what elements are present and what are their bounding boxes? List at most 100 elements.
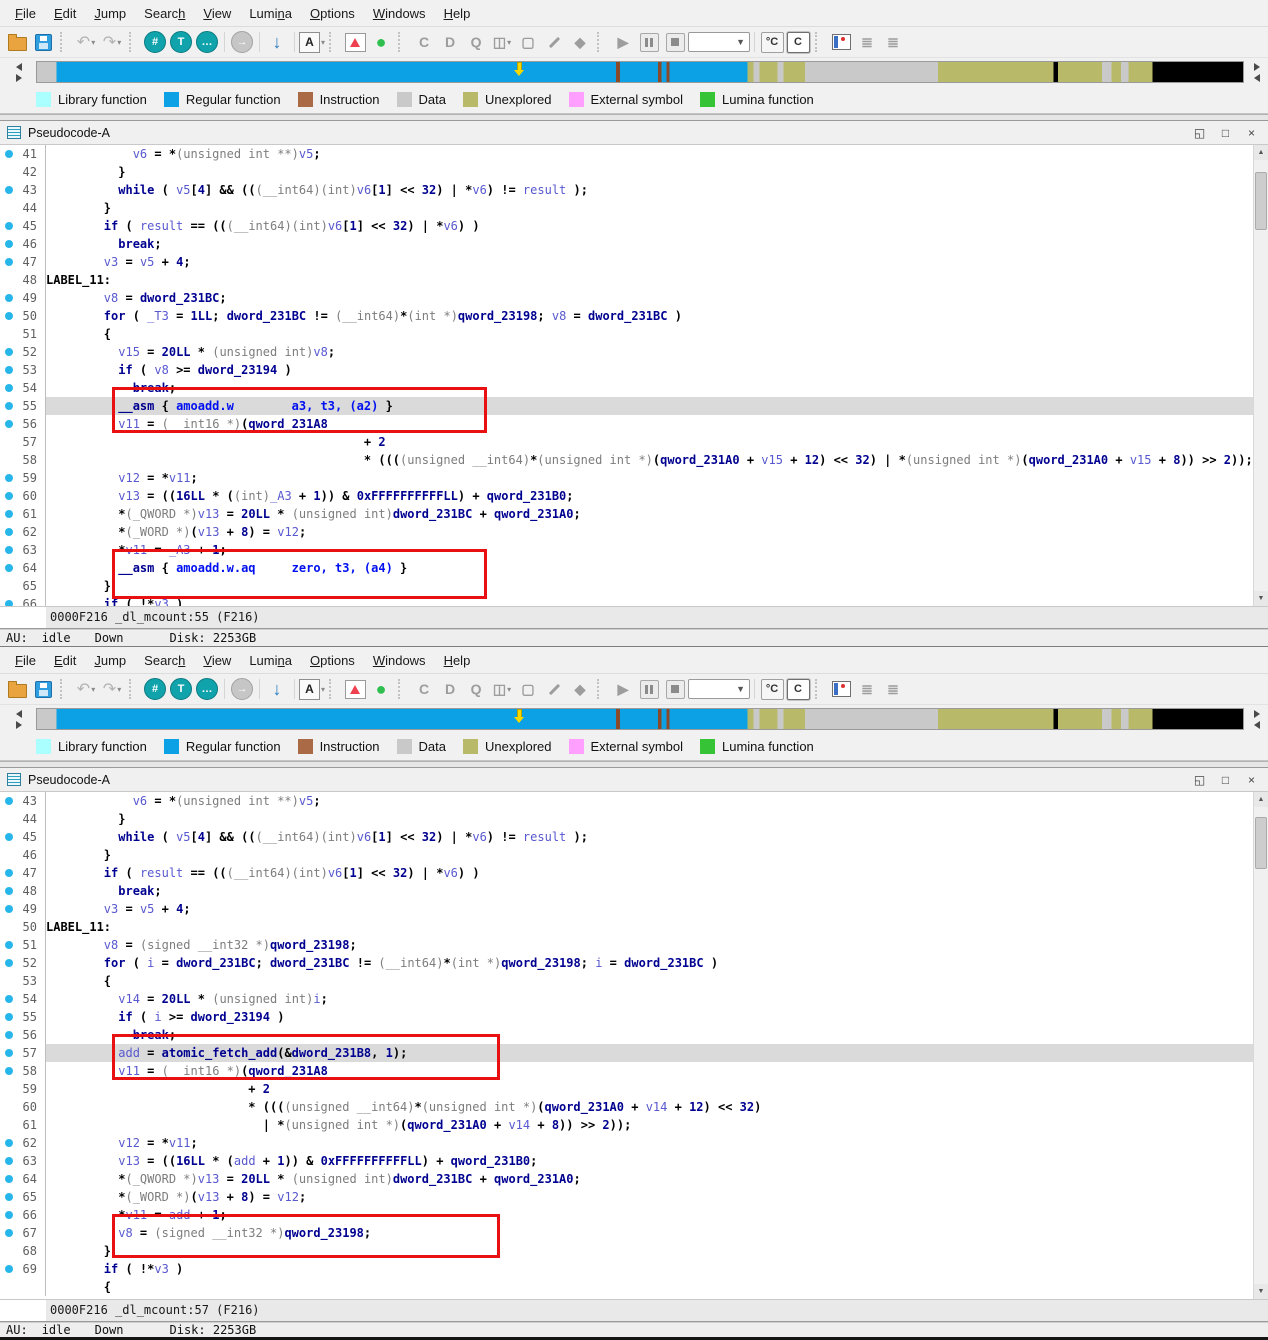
- diamond-icon[interactable]: ◆: [567, 29, 593, 55]
- code-line[interactable]: 57 add = atomic_fetch_add(&dword_231B8, …: [0, 1044, 1253, 1062]
- nav-scroll-right[interactable]: [1250, 709, 1264, 729]
- debugger-select[interactable]: ▼: [688, 29, 751, 55]
- menu-jump[interactable]: Jump: [85, 6, 135, 21]
- code-line[interactable]: 60 * ((((unsigned __int64)*(unsigned int…: [0, 1098, 1253, 1116]
- copy-q-icon[interactable]: Q: [463, 676, 489, 702]
- code-line[interactable]: 42 }: [0, 163, 1253, 181]
- menu-options[interactable]: Options: [301, 6, 364, 21]
- vertical-scrollbar[interactable]: ▲ ▼: [1253, 145, 1268, 606]
- debug-pause-icon[interactable]: [636, 29, 662, 55]
- menu-file[interactable]: File: [6, 6, 45, 21]
- code-line[interactable]: 59 + 2: [0, 1080, 1253, 1098]
- code-line[interactable]: 61 *(_QWORD *)v13 = 20LL * (unsigned int…: [0, 505, 1253, 523]
- save-file-icon[interactable]: [30, 676, 56, 702]
- code-line[interactable]: 69 if ( !*v3 ): [0, 1260, 1253, 1278]
- code-line[interactable]: 56 break;: [0, 1026, 1253, 1044]
- debug-stop-icon[interactable]: [662, 676, 688, 702]
- jump-down-icon[interactable]: ↓: [264, 676, 290, 702]
- code-line[interactable]: 66 if ( !*v3 ): [0, 595, 1253, 606]
- jump-down-icon[interactable]: ↓: [264, 29, 290, 55]
- menu-edit[interactable]: Edit: [45, 653, 85, 668]
- debug-run-icon[interactable]: ▶: [610, 676, 636, 702]
- frame-icon[interactable]: ▢: [515, 676, 541, 702]
- sync-list-icon-2[interactable]: ≣: [880, 676, 906, 702]
- nav-scroll-right[interactable]: [1250, 62, 1264, 82]
- scroll-track[interactable]: [1254, 160, 1268, 591]
- menu-options[interactable]: Options: [301, 653, 364, 668]
- vertical-scrollbar[interactable]: ▲ ▼: [1253, 792, 1268, 1299]
- code-line[interactable]: 51 {: [0, 325, 1253, 343]
- copy-d-icon[interactable]: D: [437, 29, 463, 55]
- code-line[interactable]: 54 v14 = 20LL * (unsigned int)i;: [0, 990, 1253, 1008]
- menu-windows[interactable]: Windows: [364, 653, 435, 668]
- menu-search[interactable]: Search: [135, 653, 194, 668]
- text-view-icon[interactable]: T: [168, 676, 194, 702]
- menu-view[interactable]: View: [194, 6, 240, 21]
- code-line[interactable]: 57 + 2: [0, 433, 1253, 451]
- save-file-icon[interactable]: [30, 29, 56, 55]
- open-file-icon[interactable]: [4, 676, 30, 702]
- run-marker-icon[interactable]: [342, 29, 368, 55]
- code-line[interactable]: 44 }: [0, 810, 1253, 828]
- sync-list-icon[interactable]: ≣: [854, 676, 880, 702]
- code-line[interactable]: 63 *v11 = _A3 + 1;: [0, 541, 1253, 559]
- code-line[interactable]: 62 v12 = *v11;: [0, 1134, 1253, 1152]
- code-line[interactable]: 46 }: [0, 846, 1253, 864]
- navigate-forward-icon[interactable]: ↷ ▾: [99, 676, 125, 702]
- windows-list-icon[interactable]: [828, 676, 854, 702]
- strings-view-icon[interactable]: …: [194, 676, 220, 702]
- menu-edit[interactable]: Edit: [45, 6, 85, 21]
- code-line[interactable]: 64 __asm { amoadd.w.aq zero, t3, (a4) }: [0, 559, 1253, 577]
- copy-q-icon[interactable]: Q: [463, 29, 489, 55]
- copy-d-icon[interactable]: D: [437, 676, 463, 702]
- scroll-thumb[interactable]: [1255, 172, 1267, 230]
- menu-help[interactable]: Help: [435, 653, 480, 668]
- code-line[interactable]: 47 if ( result == (((__int64)(int)v6[1] …: [0, 864, 1253, 882]
- code-line[interactable]: 53 if ( v8 >= dword_23194 ): [0, 361, 1253, 379]
- debugger-combo-box[interactable]: ▼: [688, 679, 751, 699]
- nav-scroll-left[interactable]: [12, 709, 26, 729]
- close-window-icon[interactable]: ×: [1243, 125, 1260, 140]
- run-marker-icon[interactable]: [342, 676, 368, 702]
- code-line[interactable]: 50 for ( _T3 = 1LL; dword_231BC != (__in…: [0, 307, 1253, 325]
- restore-window-icon[interactable]: ◱: [1191, 125, 1208, 140]
- scroll-track[interactable]: [1254, 807, 1268, 1284]
- code-line[interactable]: 47 v3 = v5 + 4;: [0, 253, 1253, 271]
- code-line[interactable]: {: [0, 1278, 1253, 1296]
- navigation-band[interactable]: [36, 708, 1244, 730]
- font-style-icon[interactable]: A ▾: [299, 29, 325, 55]
- navigate-forward-icon[interactable]: ↷ ▾: [99, 29, 125, 55]
- debug-pause-icon[interactable]: [636, 676, 662, 702]
- code-line[interactable]: 43 while ( v5[4] && (((__int64)(int)v6[1…: [0, 181, 1253, 199]
- debugger-select[interactable]: ▼: [688, 676, 751, 702]
- code-line[interactable]: 45 while ( v5[4] && (((__int64)(int)v6[1…: [0, 828, 1253, 846]
- compile-c-icon[interactable]: °C: [759, 29, 785, 55]
- code-line[interactable]: 44 }: [0, 199, 1253, 217]
- code-line[interactable]: 58 v11 = (__int16 *)(qword_231A8: [0, 1062, 1253, 1080]
- code-line[interactable]: 55 if ( i >= dword_23194 ): [0, 1008, 1253, 1026]
- maximize-window-icon[interactable]: □: [1217, 772, 1234, 787]
- sync-list-icon[interactable]: ≣: [854, 29, 880, 55]
- code-line[interactable]: 59 v12 = *v11;: [0, 469, 1253, 487]
- code-line[interactable]: 52 v15 = 20LL * (unsigned int)v8;: [0, 343, 1253, 361]
- menu-help[interactable]: Help: [435, 6, 480, 21]
- code-line[interactable]: 52 for ( i = dword_231BC; dword_231BC !=…: [0, 954, 1253, 972]
- restore-window-icon[interactable]: ◱: [1191, 772, 1208, 787]
- windows-list-icon[interactable]: [828, 29, 854, 55]
- lumina-ball-icon[interactable]: ●: [368, 676, 394, 702]
- new-window-icon[interactable]: ◫ ▾: [489, 29, 515, 55]
- strings-view-icon[interactable]: …: [194, 29, 220, 55]
- code-line[interactable]: 68 }: [0, 1242, 1253, 1260]
- font-style-icon[interactable]: A ▾: [299, 676, 325, 702]
- close-window-icon[interactable]: ×: [1243, 772, 1260, 787]
- code-line[interactable]: 51 v8 = (signed __int32 *)qword_23198;: [0, 936, 1253, 954]
- compile-c-icon[interactable]: °C: [759, 676, 785, 702]
- menu-windows[interactable]: Windows: [364, 6, 435, 21]
- jump-target-icon[interactable]: →: [229, 676, 255, 702]
- code-line[interactable]: 62 *(_WORD *)(v13 + 8) = v12;: [0, 523, 1253, 541]
- code-line[interactable]: 66 *v11 = add + 1;: [0, 1206, 1253, 1224]
- open-file-icon[interactable]: [4, 29, 30, 55]
- code-line[interactable]: 61 | *(unsigned int *)(qword_231A0 + v14…: [0, 1116, 1253, 1134]
- jump-target-icon[interactable]: →: [229, 29, 255, 55]
- diamond-icon[interactable]: ◆: [567, 676, 593, 702]
